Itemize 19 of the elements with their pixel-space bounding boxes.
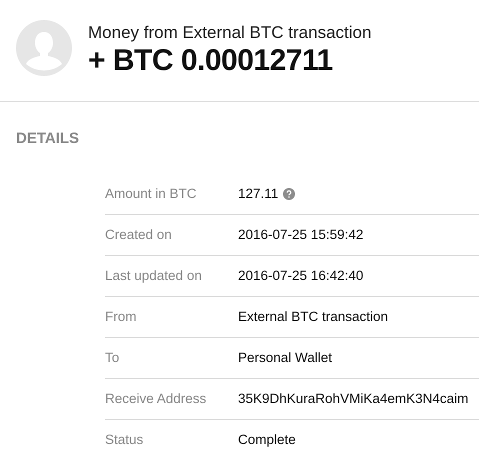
detail-label: Last updated on bbox=[105, 266, 203, 285]
transaction-amount: + BTC 0.00012711 bbox=[88, 44, 334, 78]
detail-value: 35K9DhKuraRohVMiKa4emK3N4caim bbox=[238, 390, 468, 408]
detail-value: Complete bbox=[238, 430, 296, 449]
detail-value: 2016-07-25 15:59:42 bbox=[238, 226, 364, 244]
detail-label: To bbox=[105, 348, 120, 367]
detail-label: Status bbox=[105, 430, 144, 449]
detail-value: 127.11 bbox=[238, 184, 278, 203]
section-title: DETAILS bbox=[16, 129, 80, 149]
detail-value: External BTC transaction bbox=[238, 308, 388, 326]
detail-label: Amount in BTC bbox=[105, 184, 198, 203]
detail-value: 2016-07-25 16:42:40 bbox=[238, 266, 364, 285]
detail-value: Personal Wallet bbox=[238, 348, 332, 367]
help-icon[interactable] bbox=[283, 188, 296, 200]
avatar-icon bbox=[16, 20, 72, 76]
detail-label: Created on bbox=[105, 226, 173, 244]
detail-label: From bbox=[105, 308, 138, 326]
detail-label: Receive Address bbox=[105, 390, 208, 408]
transaction-title: Money from External BTC transaction bbox=[88, 22, 372, 44]
